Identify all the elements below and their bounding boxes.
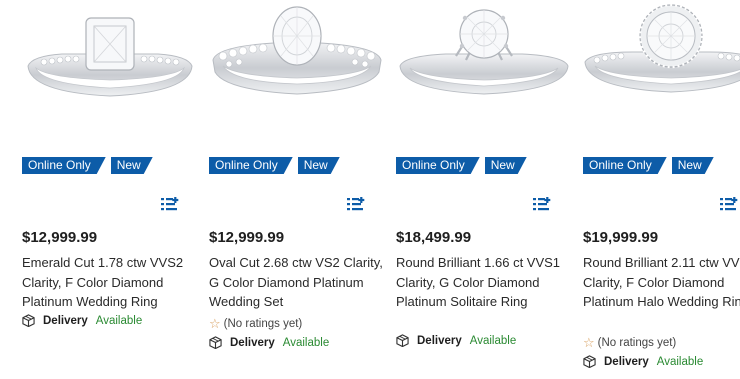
ring-image[interactable]	[396, 4, 572, 104]
product-card[interactable]: Online Only New $12,999.99 Oval Cut 2.68…	[209, 0, 389, 379]
list-add-icon[interactable]	[720, 197, 738, 212]
availability-text: Available	[95, 314, 143, 327]
delivery-label: Delivery	[604, 355, 649, 368]
delivery-label: Delivery	[230, 336, 275, 349]
delivery-label: Delivery	[417, 334, 462, 347]
product-title[interactable]: Emerald Cut 1.78 ctw VVS2 Clarity, F Col…	[22, 253, 198, 312]
online-only-badge: Online Only	[22, 157, 106, 174]
box-icon	[209, 336, 222, 349]
ring-image[interactable]	[583, 4, 740, 104]
product-card[interactable]: Online Only New $12,999.99 Emerald Cut 1…	[22, 0, 202, 379]
star-outline-icon: ☆	[583, 335, 595, 350]
rating-text: (No ratings yet)	[223, 318, 303, 330]
product-card[interactable]: Online Only New $19,999.99 Round Brillia…	[583, 0, 740, 379]
ring-image[interactable]	[209, 4, 385, 104]
delivery-status: Delivery Available	[22, 314, 142, 327]
product-price: $19,999.99	[583, 229, 659, 246]
product-card[interactable]: Online Only New $18,499.99 Round Brillia…	[396, 0, 576, 379]
product-title[interactable]: Oval Cut 2.68 ctw VS2 Clarity, G Color D…	[209, 253, 385, 312]
new-badge: New	[485, 157, 527, 174]
product-title[interactable]: Round Brilliant 1.66 ct VVS1 Clarity, G …	[396, 253, 572, 312]
list-add-icon[interactable]	[347, 197, 365, 212]
new-badge: New	[298, 157, 340, 174]
box-icon	[22, 314, 35, 327]
product-price: $18,499.99	[396, 229, 472, 246]
rating-text: (No ratings yet)	[597, 337, 677, 349]
online-only-badge: Online Only	[209, 157, 293, 174]
availability-text: Available	[469, 334, 517, 347]
product-price: $12,999.99	[209, 229, 285, 246]
delivery-label: Delivery	[43, 314, 88, 327]
product-title[interactable]: Round Brilliant 2.11 ctw VVS1 Clarity, F…	[583, 253, 740, 312]
rating[interactable]: ☆ (No ratings yet)	[209, 316, 302, 332]
delivery-status: Delivery Available	[583, 355, 703, 368]
new-badge: New	[111, 157, 153, 174]
availability-text: Available	[656, 355, 704, 368]
list-add-icon[interactable]	[161, 197, 179, 212]
list-add-icon[interactable]	[533, 197, 551, 212]
online-only-badge: Online Only	[396, 157, 480, 174]
new-badge: New	[672, 157, 714, 174]
rating[interactable]: ☆ (No ratings yet)	[583, 335, 676, 351]
ring-image[interactable]	[22, 4, 198, 104]
delivery-status: Delivery Available	[396, 334, 516, 347]
product-price: $12,999.99	[22, 229, 98, 246]
box-icon	[583, 355, 596, 368]
availability-text: Available	[282, 336, 330, 349]
delivery-status: Delivery Available	[209, 336, 329, 349]
star-outline-icon: ☆	[209, 316, 221, 331]
box-icon	[396, 334, 409, 347]
online-only-badge: Online Only	[583, 157, 667, 174]
